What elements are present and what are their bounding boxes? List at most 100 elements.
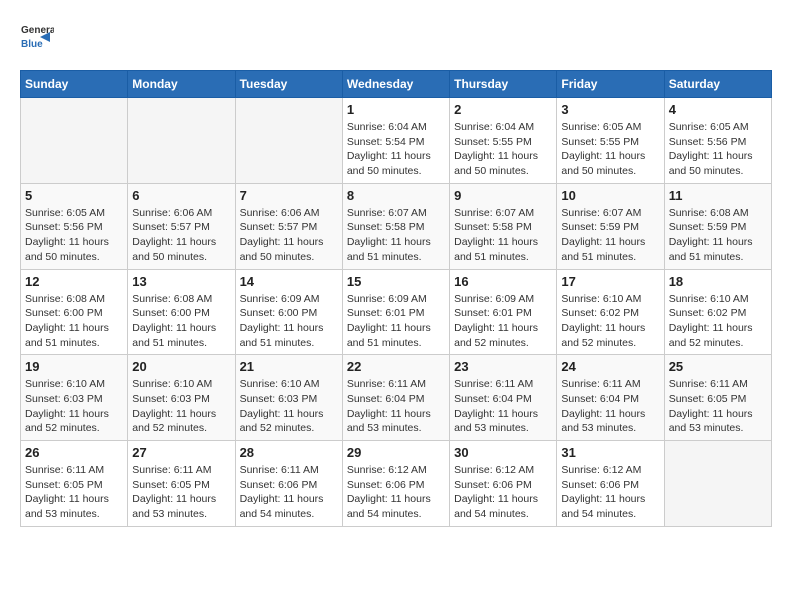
header-saturday: Saturday xyxy=(664,71,771,98)
day-number: 4 xyxy=(669,102,767,117)
day-info: Sunrise: 6:12 AM Sunset: 6:06 PM Dayligh… xyxy=(347,463,445,522)
day-info: Sunrise: 6:09 AM Sunset: 6:00 PM Dayligh… xyxy=(240,292,338,351)
day-info: Sunrise: 6:06 AM Sunset: 5:57 PM Dayligh… xyxy=(240,206,338,265)
logo-container: General Blue xyxy=(20,20,54,54)
header-tuesday: Tuesday xyxy=(235,71,342,98)
calendar-cell: 29 Sunrise: 6:12 AM Sunset: 6:06 PM Dayli… xyxy=(342,441,449,527)
calendar-cell: 4 Sunrise: 6:05 AM Sunset: 5:56 PM Daylig… xyxy=(664,98,771,184)
day-info: Sunrise: 6:07 AM Sunset: 5:59 PM Dayligh… xyxy=(561,206,659,265)
day-info: Sunrise: 6:11 AM Sunset: 6:04 PM Dayligh… xyxy=(454,377,552,436)
day-info: Sunrise: 6:05 AM Sunset: 5:55 PM Dayligh… xyxy=(561,120,659,179)
day-info: Sunrise: 6:05 AM Sunset: 5:56 PM Dayligh… xyxy=(25,206,123,265)
calendar-cell: 25 Sunrise: 6:11 AM Sunset: 6:05 PM Dayli… xyxy=(664,355,771,441)
header-friday: Friday xyxy=(557,71,664,98)
page-header: General Blue xyxy=(20,20,772,54)
calendar-cell: 10 Sunrise: 6:07 AM Sunset: 5:59 PM Dayli… xyxy=(557,183,664,269)
calendar-cell: 17 Sunrise: 6:10 AM Sunset: 6:02 PM Dayli… xyxy=(557,269,664,355)
day-info: Sunrise: 6:08 AM Sunset: 6:00 PM Dayligh… xyxy=(132,292,230,351)
calendar-cell: 15Sunrise: 6:09 AM Sunset: 6:01 PM Dayli… xyxy=(342,269,449,355)
calendar-cell: 1 Sunrise: 6:04 AM Sunset: 5:54 PM Daylig… xyxy=(342,98,449,184)
calendar-cell: 5 Sunrise: 6:05 AM Sunset: 5:56 PM Daylig… xyxy=(21,183,128,269)
header-wednesday: Wednesday xyxy=(342,71,449,98)
day-number: 23 xyxy=(454,359,552,374)
calendar-header-row: SundayMondayTuesdayWednesdayThursdayFrid… xyxy=(21,71,772,98)
day-info: Sunrise: 6:09 AM Sunset: 6:01 PM Dayligh… xyxy=(347,292,445,351)
day-info: Sunrise: 6:11 AM Sunset: 6:05 PM Dayligh… xyxy=(132,463,230,522)
day-info: Sunrise: 6:10 AM Sunset: 6:02 PM Dayligh… xyxy=(669,292,767,351)
day-number: 19 xyxy=(25,359,123,374)
header-thursday: Thursday xyxy=(450,71,557,98)
day-number: 1 xyxy=(347,102,445,117)
calendar-cell: 12Sunrise: 6:08 AM Sunset: 6:00 PM Dayli… xyxy=(21,269,128,355)
calendar-cell xyxy=(128,98,235,184)
day-info: Sunrise: 6:07 AM Sunset: 5:58 PM Dayligh… xyxy=(454,206,552,265)
day-number: 9 xyxy=(454,188,552,203)
calendar-cell: 2Sunrise: 6:04 AM Sunset: 5:55 PM Daylig… xyxy=(450,98,557,184)
day-number: 17 xyxy=(561,274,659,289)
day-info: Sunrise: 6:06 AM Sunset: 5:57 PM Dayligh… xyxy=(132,206,230,265)
day-number: 29 xyxy=(347,445,445,460)
day-number: 31 xyxy=(561,445,659,460)
day-info: Sunrise: 6:04 AM Sunset: 5:54 PM Dayligh… xyxy=(347,120,445,179)
day-number: 18 xyxy=(669,274,767,289)
calendar-cell xyxy=(21,98,128,184)
day-number: 24 xyxy=(561,359,659,374)
day-info: Sunrise: 6:11 AM Sunset: 6:06 PM Dayligh… xyxy=(240,463,338,522)
day-number: 22 xyxy=(347,359,445,374)
day-number: 10 xyxy=(561,188,659,203)
calendar-cell: 18 Sunrise: 6:10 AM Sunset: 6:02 PM Dayli… xyxy=(664,269,771,355)
calendar-cell: 16 Sunrise: 6:09 AM Sunset: 6:01 PM Dayli… xyxy=(450,269,557,355)
week-row-2: 5 Sunrise: 6:05 AM Sunset: 5:56 PM Daylig… xyxy=(21,183,772,269)
calendar-cell xyxy=(664,441,771,527)
week-row-4: 19 Sunrise: 6:10 AM Sunset: 6:03 PM Dayli… xyxy=(21,355,772,441)
day-number: 25 xyxy=(669,359,767,374)
day-number: 13 xyxy=(132,274,230,289)
day-info: Sunrise: 6:09 AM Sunset: 6:01 PM Dayligh… xyxy=(454,292,552,351)
svg-text:Blue: Blue xyxy=(21,39,43,50)
day-number: 28 xyxy=(240,445,338,460)
day-info: Sunrise: 6:05 AM Sunset: 5:56 PM Dayligh… xyxy=(669,120,767,179)
calendar-cell: 13 Sunrise: 6:08 AM Sunset: 6:00 PM Dayli… xyxy=(128,269,235,355)
day-number: 14 xyxy=(240,274,338,289)
calendar-cell: 26Sunrise: 6:11 AM Sunset: 6:05 PM Dayli… xyxy=(21,441,128,527)
day-info: Sunrise: 6:08 AM Sunset: 5:59 PM Dayligh… xyxy=(669,206,767,265)
calendar-cell: 11Sunrise: 6:08 AM Sunset: 5:59 PM Dayli… xyxy=(664,183,771,269)
calendar-body: 1 Sunrise: 6:04 AM Sunset: 5:54 PM Daylig… xyxy=(21,98,772,527)
day-number: 20 xyxy=(132,359,230,374)
day-info: Sunrise: 6:11 AM Sunset: 6:04 PM Dayligh… xyxy=(561,377,659,436)
week-row-5: 26 Sunrise: 6:11 AM Sunset: 6:05 PM Dayli… xyxy=(21,441,772,527)
day-number: 27 xyxy=(132,445,230,460)
day-number: 16 xyxy=(454,274,552,289)
calendar-cell: 20 Sunrise: 6:10 AM Sunset: 6:03 PM Dayli… xyxy=(128,355,235,441)
day-info: Sunrise: 6:12 AM Sunset: 6:06 PM Dayligh… xyxy=(454,463,552,522)
week-row-1: 1 Sunrise: 6:04 AM Sunset: 5:54 PM Daylig… xyxy=(21,98,772,184)
calendar-cell: 21 Sunrise: 6:10 AM Sunset: 6:03 PM Dayli… xyxy=(235,355,342,441)
day-info: Sunrise: 6:04 AM Sunset: 5:55 PM Dayligh… xyxy=(454,120,552,179)
calendar-cell: 23 Sunrise: 6:11 AM Sunset: 6:04 PM Dayli… xyxy=(450,355,557,441)
day-number: 8 xyxy=(347,188,445,203)
calendar-cell: 27 Sunrise: 6:11 AM Sunset: 6:05 PM Dayli… xyxy=(128,441,235,527)
day-info: Sunrise: 6:10 AM Sunset: 6:02 PM Dayligh… xyxy=(561,292,659,351)
calendar-table: SundayMondayTuesdayWednesdayThursdayFrid… xyxy=(20,70,772,527)
header-sunday: Sunday xyxy=(21,71,128,98)
day-info: Sunrise: 6:10 AM Sunset: 6:03 PM Dayligh… xyxy=(240,377,338,436)
calendar-cell: 6 Sunrise: 6:06 AM Sunset: 5:57 PM Daylig… xyxy=(128,183,235,269)
calendar-cell: 14 Sunrise: 6:09 AM Sunset: 6:00 PM Dayli… xyxy=(235,269,342,355)
day-number: 26 xyxy=(25,445,123,460)
calendar-cell: 3 Sunrise: 6:05 AM Sunset: 5:55 PM Daylig… xyxy=(557,98,664,184)
day-number: 30 xyxy=(454,445,552,460)
calendar-cell: 31Sunrise: 6:12 AM Sunset: 6:06 PM Dayli… xyxy=(557,441,664,527)
day-info: Sunrise: 6:10 AM Sunset: 6:03 PM Dayligh… xyxy=(132,377,230,436)
day-info: Sunrise: 6:10 AM Sunset: 6:03 PM Dayligh… xyxy=(25,377,123,436)
calendar-cell: 19 Sunrise: 6:10 AM Sunset: 6:03 PM Dayli… xyxy=(21,355,128,441)
day-number: 6 xyxy=(132,188,230,203)
logo-graphic: General Blue xyxy=(20,20,54,54)
day-info: Sunrise: 6:08 AM Sunset: 6:00 PM Dayligh… xyxy=(25,292,123,351)
day-info: Sunrise: 6:11 AM Sunset: 6:04 PM Dayligh… xyxy=(347,377,445,436)
day-info: Sunrise: 6:11 AM Sunset: 6:05 PM Dayligh… xyxy=(669,377,767,436)
calendar-cell: 24 Sunrise: 6:11 AM Sunset: 6:04 PM Dayli… xyxy=(557,355,664,441)
day-number: 3 xyxy=(561,102,659,117)
day-number: 21 xyxy=(240,359,338,374)
day-number: 5 xyxy=(25,188,123,203)
calendar-cell: 9 Sunrise: 6:07 AM Sunset: 5:58 PM Daylig… xyxy=(450,183,557,269)
